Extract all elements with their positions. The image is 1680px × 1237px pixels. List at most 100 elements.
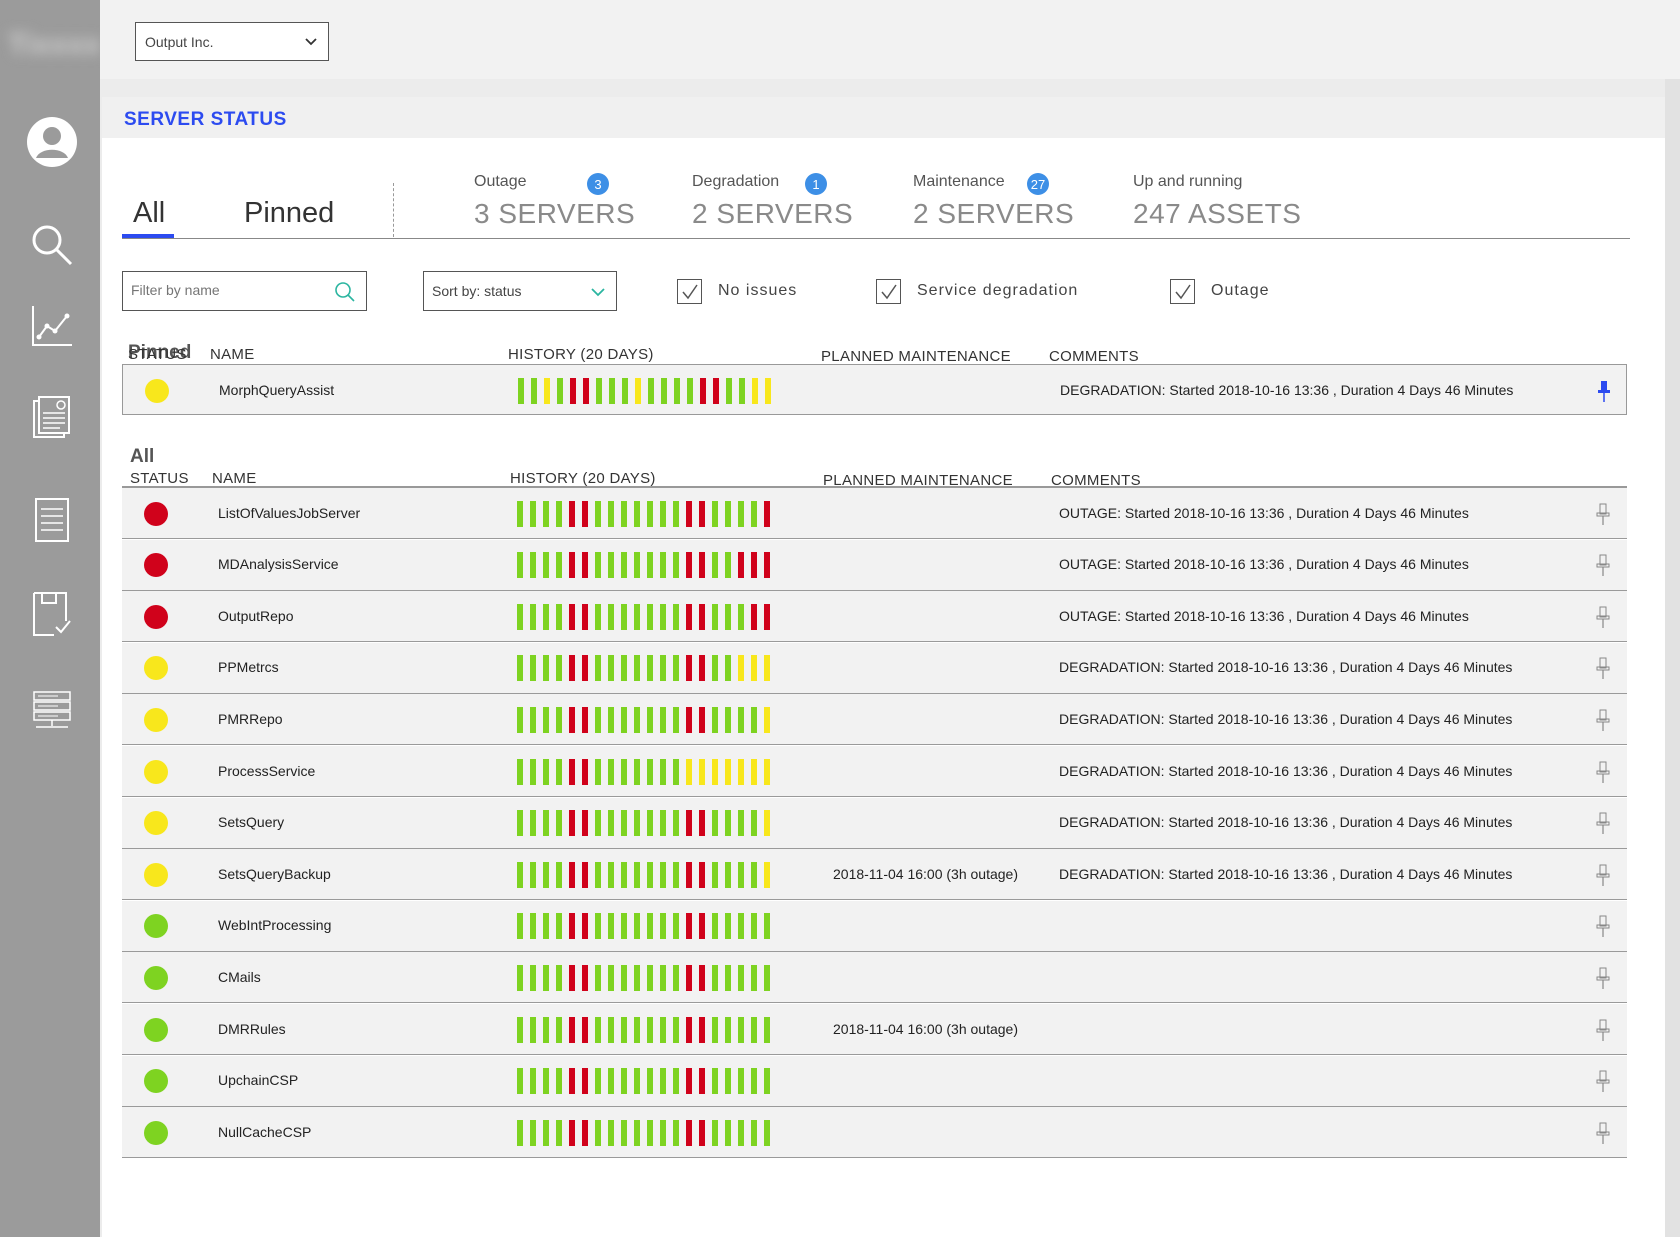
history-day: [647, 1016, 653, 1043]
history-day: [686, 1068, 692, 1095]
history-day: [595, 706, 601, 733]
pin-icon[interactable]: [1595, 1121, 1611, 1150]
history-day: [686, 1119, 692, 1146]
user-icon[interactable]: [24, 114, 80, 170]
filter-input[interactable]: [131, 282, 321, 298]
table-row[interactable]: PMRRepo DEGRADATION: Started 2018-10-16 1…: [122, 694, 1627, 746]
history-day: [530, 1119, 536, 1146]
search-icon[interactable]: [24, 217, 80, 273]
pin-icon[interactable]: [1595, 760, 1611, 789]
history-bar: [517, 655, 777, 682]
server-name[interactable]: WebIntProcessing: [218, 917, 331, 933]
server-name[interactable]: PMRRepo: [218, 711, 283, 727]
status-indicator-yellow: [144, 759, 168, 784]
server-name[interactable]: ProcessService: [218, 763, 315, 779]
table-row[interactable]: MorphQueryAssist DEGRADATION: Started 201…: [122, 364, 1627, 415]
history-day: [751, 552, 757, 579]
checkbox-label: Service degradation: [917, 282, 1079, 299]
server-name[interactable]: ListOfValuesJobServer: [218, 505, 360, 521]
table-row[interactable]: UpchainCSP: [122, 1055, 1627, 1107]
server-name[interactable]: DMRRules: [218, 1021, 286, 1037]
server-name[interactable]: MorphQueryAssist: [219, 382, 334, 398]
pin-icon[interactable]: [1596, 379, 1612, 408]
outage-checkbox[interactable]: Outage: [1170, 277, 1269, 305]
scrollbar-track[interactable]: [1665, 79, 1680, 1237]
service-degradation-checkbox[interactable]: Service degradation: [876, 277, 1078, 305]
history-day: [764, 758, 770, 785]
history-day: [647, 758, 653, 785]
pin-icon[interactable]: [1595, 1018, 1611, 1047]
history-day: [738, 913, 744, 940]
table-row[interactable]: DMRRules 2018-11-04 16:00 (3h outage): [122, 1004, 1627, 1055]
checkbox-box[interactable]: [677, 278, 702, 304]
table-row[interactable]: WebIntProcessing: [122, 900, 1627, 952]
table-row[interactable]: MDAnalysisService OUTAGE: Started 2018-10…: [122, 539, 1627, 591]
history-day: [517, 913, 523, 940]
tab-pinned[interactable]: Pinned: [244, 197, 334, 230]
table-row[interactable]: PPMetrcs DEGRADATION: Started 2018-10-16 …: [122, 642, 1627, 694]
history-day: [660, 758, 666, 785]
history-day: [582, 1068, 588, 1095]
history-day: [543, 913, 549, 940]
server-name[interactable]: NullCacheCSP: [218, 1124, 311, 1140]
history-day: [556, 1068, 562, 1095]
history-day: [569, 1068, 575, 1095]
company-select[interactable]: Output Inc.: [135, 22, 329, 61]
pin-icon[interactable]: [1595, 553, 1611, 582]
pin-icon[interactable]: [1595, 1069, 1611, 1098]
checklist-icon[interactable]: [24, 586, 80, 642]
server-name[interactable]: PPMetrcs: [218, 659, 279, 675]
chart-icon[interactable]: [24, 298, 80, 354]
server-name[interactable]: MDAnalysisService: [218, 556, 339, 572]
table-row[interactable]: CMails: [122, 952, 1627, 1004]
search-icon[interactable]: [334, 281, 356, 303]
table-row[interactable]: SetsQueryBackup 2018-11-04 16:00 (3h outa…: [122, 849, 1627, 901]
table-row[interactable]: OutputRepo OUTAGE: Started 2018-10-16 13:…: [122, 591, 1627, 643]
checkbox-box[interactable]: [1170, 278, 1195, 304]
no-issues-checkbox[interactable]: No issues: [677, 277, 797, 305]
table-row[interactable]: ProcessService DEGRADATION: Started 2018-…: [122, 746, 1627, 797]
tab-all[interactable]: All: [133, 197, 165, 230]
history-day: [544, 377, 550, 404]
pin-icon[interactable]: [1595, 708, 1611, 737]
server-name[interactable]: OutputRepo: [218, 608, 294, 624]
history-day: [751, 758, 757, 785]
pin-icon[interactable]: [1595, 605, 1611, 634]
history-day: [699, 1068, 705, 1095]
pin-icon[interactable]: [1595, 914, 1611, 943]
pin-icon[interactable]: [1595, 966, 1611, 995]
server-name[interactable]: CMails: [218, 969, 261, 985]
history-day: [569, 500, 575, 527]
server-icon[interactable]: [24, 682, 80, 738]
checkbox-label: No issues: [718, 282, 798, 299]
sort-select[interactable]: Sort by: status: [423, 271, 617, 311]
history-day: [595, 1119, 601, 1146]
table-row[interactable]: SetsQuery DEGRADATION: Started 2018-10-16…: [122, 797, 1627, 849]
filter-by-name-field[interactable]: [122, 271, 367, 311]
history-day: [712, 810, 718, 837]
history-day: [751, 913, 757, 940]
history-day: [582, 1119, 588, 1146]
table-row[interactable]: ListOfValuesJobServer OUTAGE: Started 201…: [122, 488, 1627, 539]
history-day: [621, 1119, 627, 1146]
history-day: [595, 1016, 601, 1043]
history-day: [621, 758, 627, 785]
history-day: [699, 1119, 705, 1146]
list-icon[interactable]: [24, 492, 80, 548]
pin-icon[interactable]: [1595, 656, 1611, 685]
pin-icon[interactable]: [1595, 811, 1611, 840]
server-name[interactable]: UpchainCSP: [218, 1072, 298, 1088]
table-row[interactable]: NullCacheCSP: [122, 1107, 1627, 1159]
server-name[interactable]: SetsQuery: [218, 814, 284, 830]
comment: DEGRADATION: Started 2018-10-16 13:36 , …: [1059, 814, 1513, 831]
pin-icon[interactable]: [1595, 502, 1611, 531]
history-day: [738, 758, 744, 785]
report-icon[interactable]: [24, 389, 80, 445]
history-day: [595, 861, 601, 888]
history-bar: [517, 758, 777, 785]
server-name[interactable]: SetsQueryBackup: [218, 866, 331, 882]
checkbox-box[interactable]: [876, 278, 901, 304]
pin-icon[interactable]: [1595, 863, 1611, 892]
history-day: [595, 964, 601, 991]
history-day: [764, 861, 770, 888]
